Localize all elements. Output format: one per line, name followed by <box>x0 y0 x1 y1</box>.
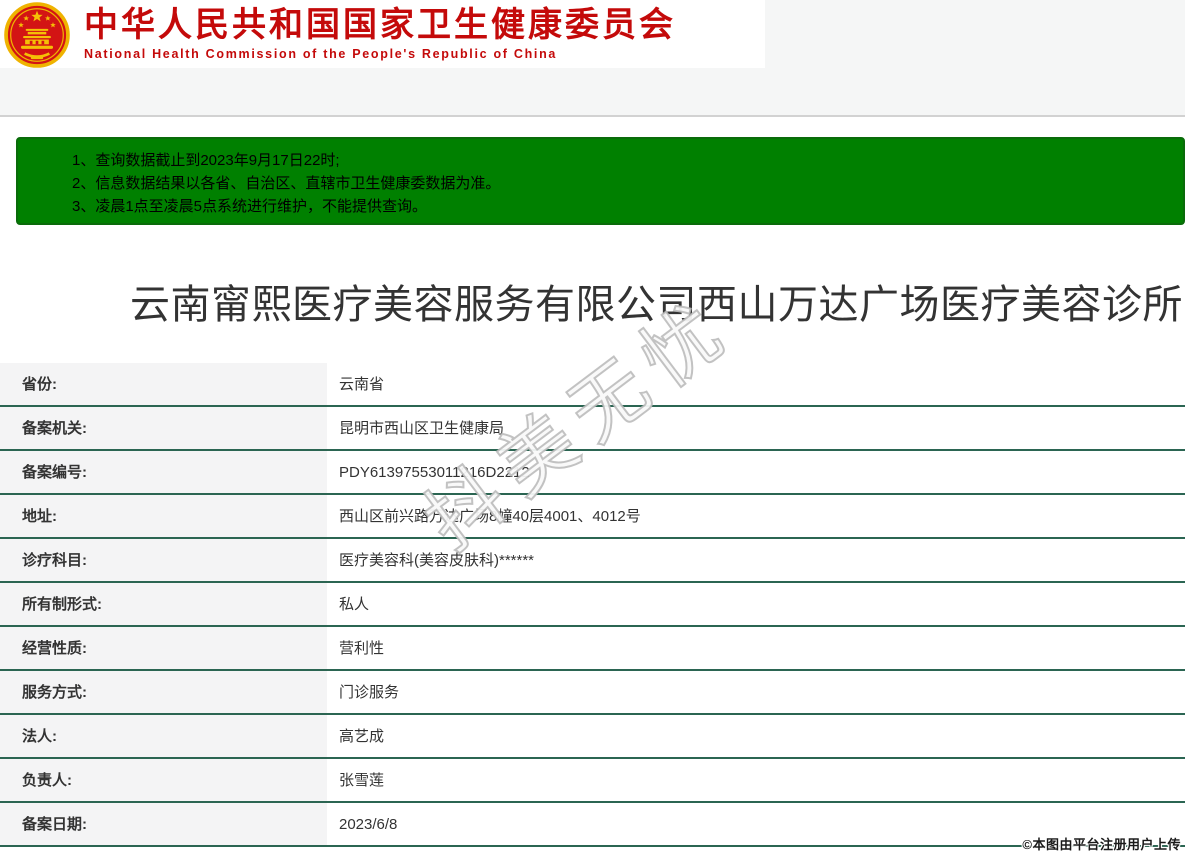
field-label: 所有制形式: <box>0 583 327 625</box>
field-label: 备案机关: <box>0 407 327 449</box>
header-title-chinese: 中华人民共和国国家卫生健康委员会 <box>84 6 676 44</box>
notice-line-2: 2、信息数据结果以各省、自治区、直辖市卫生健康委数据为准。 <box>72 175 501 192</box>
notice-banner: 1、查询数据截止到2023年9月17日22时; 2、信息数据结果以各省、自治区、… <box>16 137 1185 225</box>
table-row-ownership-form: 所有制形式: 私人 <box>0 583 1185 627</box>
table-row-person-in-charge: 负责人: 张雪莲 <box>0 759 1185 803</box>
table-row-service-mode: 服务方式: 门诊服务 <box>0 671 1185 715</box>
table-row-filing-authority: 备案机关: 昆明市西山区卫生健康局 <box>0 407 1185 451</box>
table-row-address: 地址: 西山区前兴路万达广场8幢40层4001、4012号 <box>0 495 1185 539</box>
table-row-business-nature: 经营性质: 营利性 <box>0 627 1185 671</box>
field-value: 营利性 <box>327 627 1185 669</box>
notice-line-1: 1、查询数据截止到2023年9月17日22时; <box>72 152 340 169</box>
field-value: 高艺成 <box>327 715 1185 757</box>
field-label: 诊疗科目: <box>0 539 327 581</box>
field-label: 负责人: <box>0 759 327 801</box>
field-value: PDY61397553011216D2212 <box>327 451 1185 493</box>
field-label: 服务方式: <box>0 671 327 713</box>
header-titles: 中华人民共和国国家卫生健康委员会 National Health Commiss… <box>84 6 754 62</box>
field-value: 云南省 <box>327 363 1185 405</box>
field-value: 私人 <box>327 583 1185 625</box>
field-value: 昆明市西山区卫生健康局 <box>327 407 1185 449</box>
field-value: 门诊服务 <box>327 671 1185 713</box>
field-label: 省份: <box>0 363 327 405</box>
field-value: 张雪莲 <box>327 759 1185 801</box>
table-row-filing-number: 备案编号: PDY61397553011216D2212 <box>0 451 1185 495</box>
header-title-english: National Health Commission of the People… <box>84 47 558 61</box>
china-national-emblem-icon <box>4 2 70 68</box>
notice-line-3: 3、凌晨1点至凌晨5点系统进行维护，不能提供查询。 <box>72 198 428 215</box>
table-row-legal-person: 法人: 高艺成 <box>0 715 1185 759</box>
field-label: 备案编号: <box>0 451 327 493</box>
field-label: 备案日期: <box>0 803 327 845</box>
table-row-province: 省份: 云南省 <box>0 363 1185 407</box>
table-row-filing-date: 备案日期: 2023/6/8 <box>0 803 1185 847</box>
field-value: 西山区前兴路万达广场8幢40层4001、4012号 <box>327 495 1185 537</box>
site-header: 中华人民共和国国家卫生健康委员会 National Health Commiss… <box>0 0 765 68</box>
record-table: 省份: 云南省 备案机关: 昆明市西山区卫生健康局 备案编号: PDY61397… <box>0 363 1185 847</box>
field-label: 地址: <box>0 495 327 537</box>
field-label: 法人: <box>0 715 327 757</box>
uploader-watermark: ©本图由平台注册用户上传 <box>1022 837 1181 852</box>
field-value: 医疗美容科(美容皮肤科)****** <box>327 539 1185 581</box>
field-label: 经营性质: <box>0 627 327 669</box>
page-title: 云南甯熙医疗美容服务有限公司西山万达广场医疗美容诊所 <box>130 283 1183 327</box>
table-row-treatment-subjects: 诊疗科目: 医疗美容科(美容皮肤科)****** <box>0 539 1185 583</box>
